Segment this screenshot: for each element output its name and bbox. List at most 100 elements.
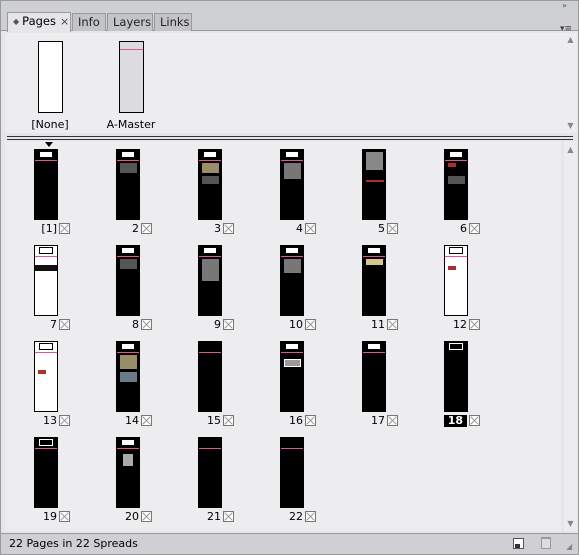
section-divider[interactable] [7,136,573,140]
transparency-icon [387,415,398,426]
tab-layers[interactable]: Layers [107,13,153,31]
master-thumbnail [118,41,144,113]
transparency-icon [59,511,70,522]
page-number: 9 [214,318,221,331]
transparency-icon [141,223,152,234]
page-thumbnail [280,245,304,316]
page-thumbnail [198,437,222,508]
content-block [448,266,456,270]
guide-line [35,160,57,161]
tab-links[interactable]: Links [154,13,192,31]
page-number: [1] [41,222,57,235]
scroll-up-icon[interactable]: ▲ [566,35,575,44]
tab-info-label: Info [78,15,100,29]
content-block [38,370,46,374]
content-block [366,259,383,265]
transparency-icon [141,511,152,522]
transparency-icon [141,415,152,426]
guide-line [281,160,303,161]
page-number: 19 [43,510,57,523]
new-page-icon[interactable] [513,538,524,549]
double-chevron-right-icon[interactable]: » [562,2,572,10]
guide-line [199,352,221,353]
logo-icon [285,247,299,254]
content-block [120,163,137,173]
transparency-icon [387,223,398,234]
page-number-selected: 18 [443,415,467,427]
pages-scrollbar[interactable]: ▲ ▼ [564,141,577,531]
tab-pages[interactable]: ◆ Pages × [7,12,71,32]
guide-line [199,448,221,449]
logo-icon [39,343,53,350]
content-block [202,163,219,173]
scroll-up-icon[interactable]: ▲ [566,145,575,154]
logo-icon [285,343,299,350]
tab-bar: ◆ Pages × Info Layers Links ▾≡ [1,11,578,34]
page-thumbnail [280,149,304,220]
close-icon[interactable]: × [60,15,69,28]
page-number: 17 [371,414,385,427]
page-number: 22 [289,510,303,523]
scroll-down-icon[interactable]: ▼ [566,121,575,130]
transparency-icon [59,415,70,426]
guide-line [281,448,303,449]
page-number: 4 [296,222,303,235]
diamond-icon: ◆ [13,17,20,26]
guide-line [445,256,467,257]
transparency-icon [223,415,234,426]
page-thumbnail [34,245,58,316]
master-label: A-Master [106,118,156,131]
transparency-icon [223,511,234,522]
guide-line [35,352,57,353]
logo-icon [121,343,135,350]
panel-footer: 22 Pages in 22 Spreads ◢ [1,533,578,554]
content-block [366,152,383,170]
spread-marker-icon [45,142,53,147]
page-number: 7 [50,318,57,331]
master-guide-line [119,49,143,50]
transparency-icon [305,511,316,522]
page-number: 20 [125,510,139,523]
guide-line [445,160,467,161]
guide-line [35,448,57,449]
trash-icon[interactable] [541,537,551,549]
transparency-icon [305,415,316,426]
pages-section: [1] 2 3 4 5 6 7 8 9 10 11 12 13 14 15 16… [5,141,561,531]
logo-icon [203,151,217,158]
page-thumbnail [116,437,140,508]
logo-icon [449,151,463,158]
page-number: 2 [132,222,139,235]
page-thumbnail [362,149,386,220]
page-thumbnail [280,437,304,508]
masters-section: [None] A-Master [5,33,576,133]
master-a[interactable]: A-Master [96,41,166,131]
tab-info[interactable]: Info [72,13,106,31]
transparency-icon [305,223,316,234]
scroll-down-icon[interactable]: ▼ [566,519,575,528]
masters-scrollbar[interactable]: ▲ ▼ [564,33,577,133]
guide-line [363,256,385,257]
page-thumbnail [444,149,468,220]
transparency-icon [469,319,480,330]
content-block [120,259,137,269]
pages-panel: » ◆ Pages × Info Layers Links ▾≡ [None] A-… [0,0,579,555]
logo-icon [203,247,217,254]
transparency-icon [223,223,234,234]
transparency-icon [469,415,480,426]
logo-icon [367,343,381,350]
page-count-status: 22 Pages in 22 Spreads [9,537,138,550]
page-thumbnail [198,149,222,220]
guide-line [117,448,139,449]
logo-icon [449,343,463,350]
page-thumbnail [34,437,58,508]
page-number: 16 [289,414,303,427]
page-thumbnail [34,341,58,412]
guide-line [281,352,303,353]
master-none[interactable]: [None] [15,41,85,131]
page-number: 10 [289,318,303,331]
tab-layers-label: Layers [113,15,152,29]
guide-line [199,160,221,161]
page-number: 5 [378,222,385,235]
resize-grip-icon[interactable]: ◢ [566,542,576,552]
page-thumbnail [116,341,140,412]
